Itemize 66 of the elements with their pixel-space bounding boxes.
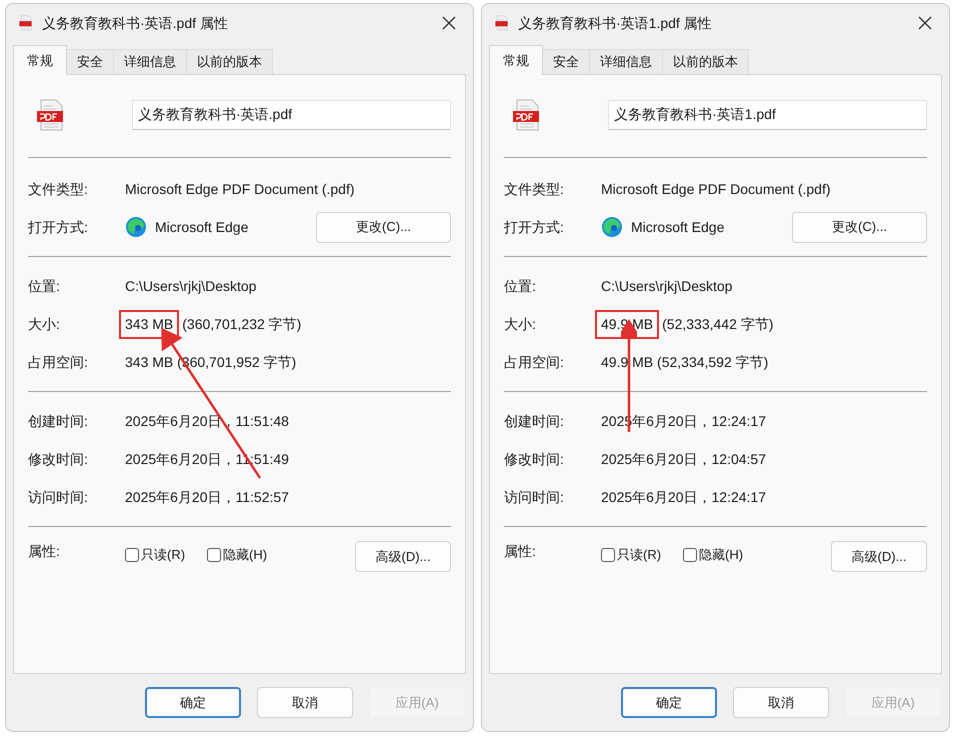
field-label: 修改时间: xyxy=(28,450,89,468)
checkbox[interactable] xyxy=(125,548,139,562)
window-title: 义务教育教科书·英语1.pdf 属性 xyxy=(518,14,713,33)
file-type-value: Microsoft Edge PDF Document (.pdf) xyxy=(601,180,831,199)
field-label: 创建时间: xyxy=(28,412,89,430)
app-name: Microsoft Edge xyxy=(631,218,724,237)
close-icon xyxy=(442,16,456,30)
field-label: 位置: xyxy=(28,276,61,296)
tab[interactable]: 常规 xyxy=(489,45,543,75)
checkbox[interactable] xyxy=(683,548,698,562)
tab[interactable]: 常规 xyxy=(13,45,67,75)
field-label: 访问时间: xyxy=(28,488,89,506)
location-value: C:\Users\rjkj\Desktop xyxy=(601,276,732,296)
window-title: 义务教育教科书·英语.pdf 属性 xyxy=(42,14,229,33)
field-label: 打开方式: xyxy=(28,218,89,236)
field-label: 文件类型: xyxy=(504,180,565,198)
app-name: Microsoft Edge xyxy=(155,218,248,237)
advanced-button[interactable]: 高级(D)... xyxy=(355,541,451,572)
field-label: 大小: xyxy=(504,314,537,334)
file-name-field[interactable]: 义务教育教科书·英语.pdf xyxy=(132,100,451,130)
size-bytes: (52,333,442 字节) xyxy=(662,314,774,334)
tab[interactable]: 详细信息 xyxy=(114,49,187,74)
tab[interactable]: 安全 xyxy=(67,49,114,74)
browser-logo-icon xyxy=(125,216,147,238)
field-label: 大小: xyxy=(28,314,61,334)
dialog-button[interactable]: 取消 xyxy=(733,687,829,718)
timestamp-value: 2025年6月20日，11:51:48 xyxy=(125,412,289,430)
checkbox-label: 只读(R) xyxy=(617,546,662,564)
change-button[interactable]: 更改(C)... xyxy=(792,212,927,242)
field-label: 占用空间: xyxy=(28,352,89,372)
size-bytes: (360,701,232 字节) xyxy=(182,314,302,334)
tab[interactable]: 详细信息 xyxy=(590,49,663,74)
field-label: 属性: xyxy=(28,542,61,561)
dialog-button[interactable]: 确定 xyxy=(145,687,241,718)
close-icon xyxy=(918,16,932,30)
field-label: 访问时间: xyxy=(504,488,565,506)
tab[interactable]: 安全 xyxy=(543,49,590,74)
dialog-button[interactable]: 取消 xyxy=(257,687,353,718)
field-label: 属性: xyxy=(504,542,537,561)
checkbox[interactable] xyxy=(601,548,615,562)
field-label: 文件类型: xyxy=(28,180,89,198)
dialog-button[interactable]: 确定 xyxy=(621,687,717,718)
timestamp-value: 2025年6月20日，11:52:57 xyxy=(125,488,289,506)
timestamp-value: 2025年6月20日，12:04:57 xyxy=(601,450,766,468)
checkbox-label: 只读(R) xyxy=(141,546,186,564)
checkbox[interactable] xyxy=(207,548,222,562)
advanced-button[interactable]: 高级(D)... xyxy=(831,541,927,572)
size-on-disk-value: 49.9 MB (52,334,592 字节) xyxy=(601,352,768,372)
pdf-file-icon xyxy=(494,15,510,31)
timestamp-value: 2025年6月20日，12:24:17 xyxy=(601,488,766,506)
change-button[interactable]: 更改(C)... xyxy=(316,212,451,242)
file-name-field[interactable]: 义务教育教科书·英语1.pdf xyxy=(608,100,927,130)
pdf-file-icon xyxy=(18,15,34,31)
browser-logo-icon xyxy=(601,216,623,238)
field-label: 占用空间: xyxy=(504,352,565,372)
tab[interactable]: 以前的版本 xyxy=(663,49,749,74)
field-label: 修改时间: xyxy=(504,450,565,468)
tab[interactable]: 以前的版本 xyxy=(187,49,273,74)
file-type-value: Microsoft Edge PDF Document (.pdf) xyxy=(125,180,355,199)
checkbox-label: 隐藏(H) xyxy=(699,546,744,564)
field-label: 位置: xyxy=(504,276,537,296)
checkbox-label: 隐藏(H) xyxy=(223,546,268,564)
field-label: 打开方式: xyxy=(504,218,565,236)
field-label: 创建时间: xyxy=(504,412,565,430)
highlighted-size-value: 343 MB xyxy=(119,310,180,338)
location-value: C:\Users\rjkj\Desktop xyxy=(125,276,256,296)
